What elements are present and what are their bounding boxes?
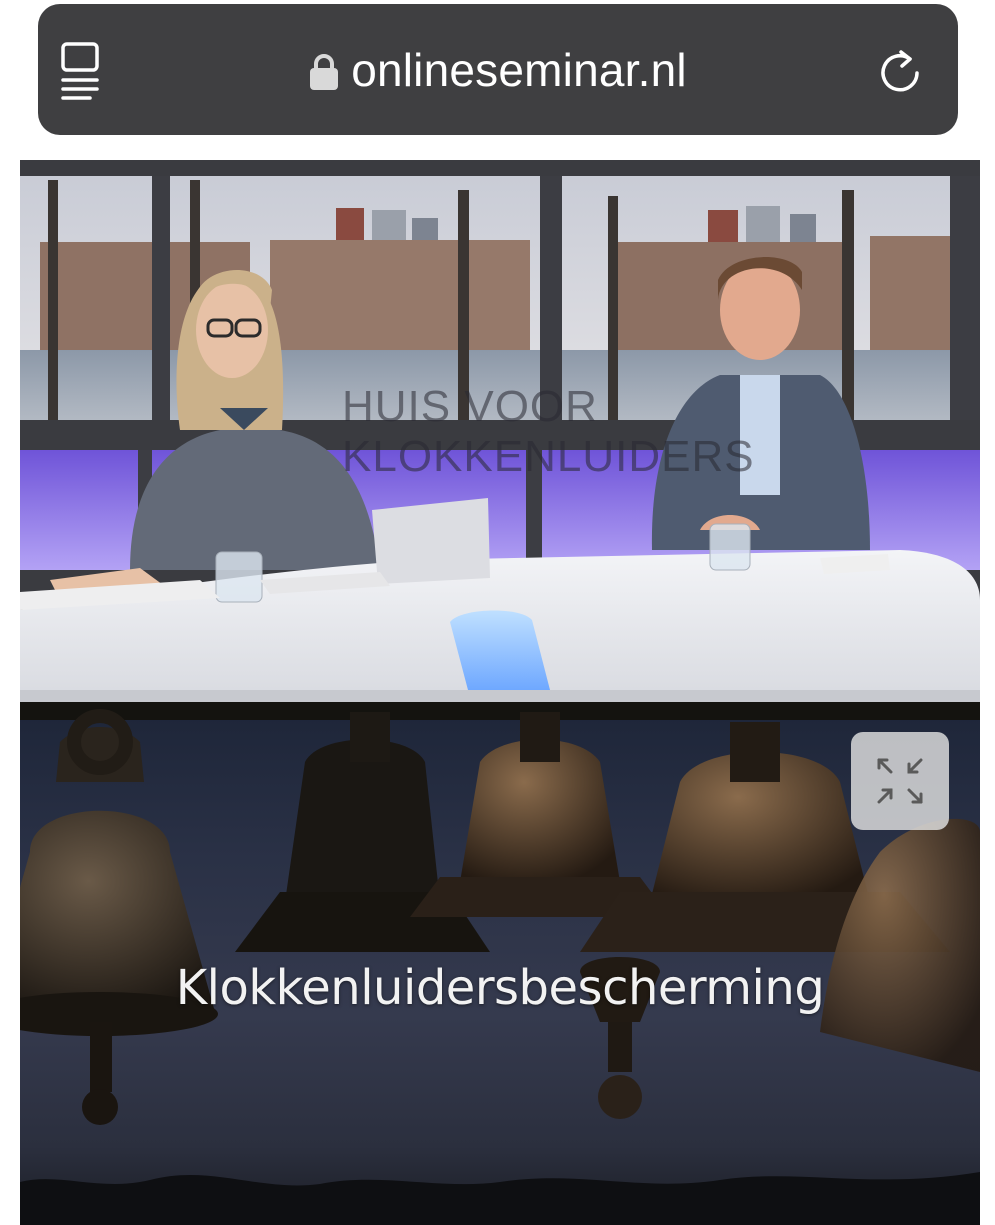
watermark-line-2: KLOKKENLUIDERS [342,432,755,481]
url-text: onlineseminar.nl [351,43,687,96]
watermark-line-1: HUIS VOOR [342,382,598,431]
studio-watermark: HUIS VOOR KLOKKENLUIDERS [342,382,812,482]
exit-fullscreen-button[interactable] [851,732,949,830]
tabs-icon[interactable] [60,40,102,100]
presentation-slide: Klokkenluidersbescherming [20,702,980,1225]
url-field[interactable]: onlineseminar.nl [309,43,687,97]
lock-icon [310,53,339,90]
exit-fullscreen-icon [877,758,923,804]
browser-page: onlineseminar.nl HUIS VOOR KLOKKENLUIDER… [0,0,995,1225]
reload-icon[interactable] [876,47,924,95]
address-bar: onlineseminar.nl [38,4,958,135]
video-player[interactable]: HUIS VOOR KLOKKENLUIDERS [20,160,980,702]
slide-title: Klokkenluidersbescherming [175,960,825,1016]
